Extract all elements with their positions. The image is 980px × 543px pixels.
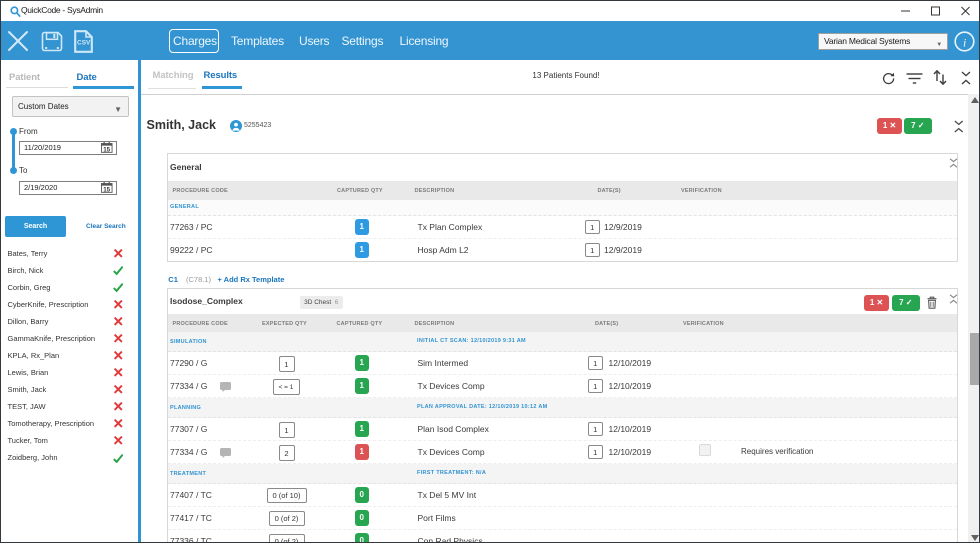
svg-text:15: 15 (103, 146, 110, 153)
svg-text:CSV: CSV (77, 40, 91, 47)
svg-text:15: 15 (103, 186, 110, 193)
svg-text:i: i (963, 36, 966, 50)
